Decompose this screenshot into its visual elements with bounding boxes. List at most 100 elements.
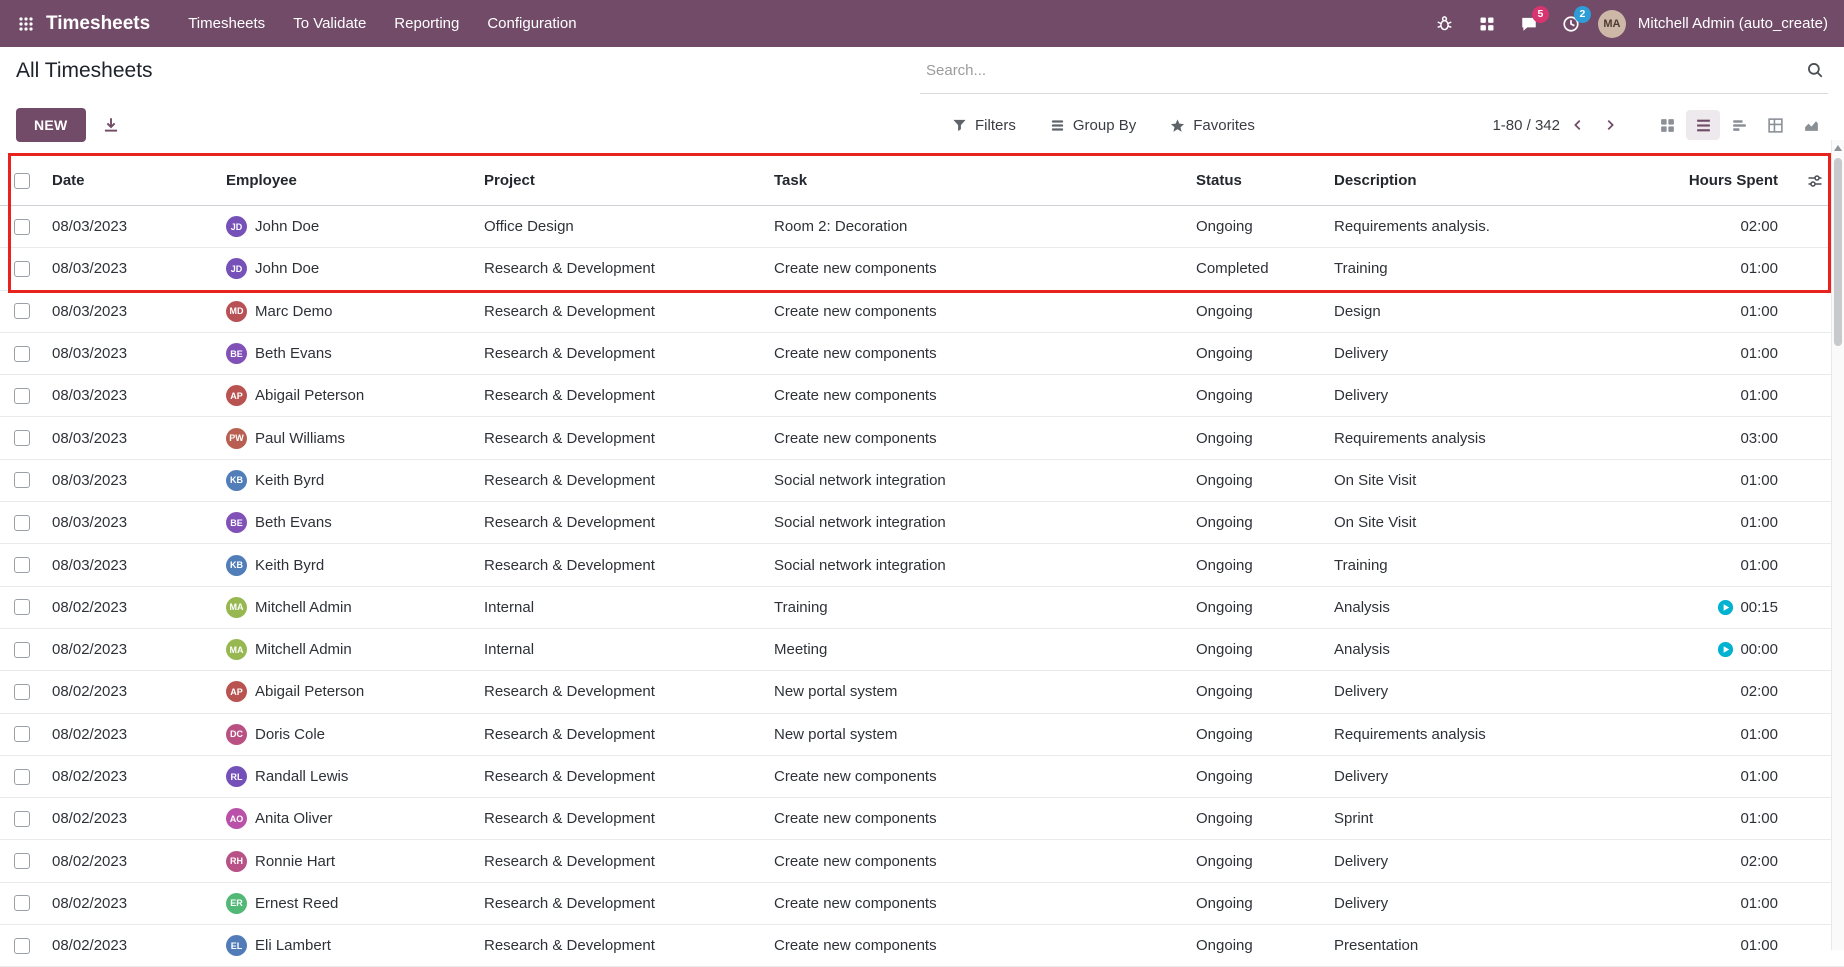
table-row[interactable]: 08/03/2023 BE Beth Evans Research & Deve… xyxy=(0,502,1844,544)
row-checkbox[interactable] xyxy=(14,472,30,488)
hours-value: 02:00 xyxy=(1740,683,1778,700)
column-header-date[interactable]: Date xyxy=(44,172,218,189)
table-row[interactable]: 08/03/2023 JD John Doe Office Design Roo… xyxy=(0,206,1844,248)
cell-employee: JD John Doe xyxy=(218,258,476,279)
row-checkbox[interactable] xyxy=(14,557,30,573)
cell-hours-spent: 02:00 xyxy=(1636,218,1786,235)
export-download-icon[interactable] xyxy=(102,116,120,134)
group-by-button[interactable]: Group By xyxy=(1050,117,1136,134)
table-row[interactable]: 08/03/2023 BE Beth Evans Research & Deve… xyxy=(0,333,1844,375)
table-row[interactable]: 08/03/2023 KB Keith Byrd Research & Deve… xyxy=(0,460,1844,502)
cell-hours-spent: 01:00 xyxy=(1636,726,1786,743)
column-header-project[interactable]: Project xyxy=(476,172,766,189)
view-graph-icon[interactable] xyxy=(1794,110,1828,140)
activities-clock-icon[interactable]: 2 xyxy=(1556,9,1586,39)
table-row[interactable]: 08/02/2023 RH Ronnie Hart Research & Dev… xyxy=(0,840,1844,882)
view-gantt-icon[interactable] xyxy=(1722,110,1756,140)
view-pivot-icon[interactable] xyxy=(1758,110,1792,140)
row-checkbox[interactable] xyxy=(14,811,30,827)
apps-grid-icon[interactable] xyxy=(1472,9,1502,39)
cell-date: 08/02/2023 xyxy=(44,726,218,743)
row-checkbox[interactable] xyxy=(14,642,30,658)
row-checkbox[interactable] xyxy=(14,219,30,235)
row-checkbox[interactable] xyxy=(14,303,30,319)
table-row[interactable]: 08/02/2023 MA Mitchell Admin Internal Tr… xyxy=(0,587,1844,629)
user-name[interactable]: Mitchell Admin (auto_create) xyxy=(1638,15,1828,32)
menu-reporting[interactable]: Reporting xyxy=(382,8,471,39)
row-checkbox[interactable] xyxy=(14,346,30,362)
table-row[interactable]: 08/03/2023 JD John Doe Research & Develo… xyxy=(0,248,1844,290)
column-header-description[interactable]: Description xyxy=(1326,172,1636,189)
user-avatar[interactable]: MA xyxy=(1598,10,1626,38)
star-icon xyxy=(1170,118,1185,133)
column-header-employee[interactable]: Employee xyxy=(218,172,476,189)
search-bar[interactable] xyxy=(920,47,1828,94)
column-header-task[interactable]: Task xyxy=(766,172,1188,189)
table-row[interactable]: 08/02/2023 AP Abigail Peterson Research … xyxy=(0,671,1844,713)
search-icon[interactable] xyxy=(1806,61,1824,79)
table-row[interactable]: 08/02/2023 RL Randall Lewis Research & D… xyxy=(0,756,1844,798)
timer-play-icon[interactable] xyxy=(1717,641,1734,658)
row-checkbox[interactable] xyxy=(14,599,30,615)
debug-bug-icon[interactable] xyxy=(1430,9,1460,39)
pager-previous-icon[interactable] xyxy=(1564,111,1592,139)
scrollbar-up-arrow[interactable] xyxy=(1834,145,1842,151)
row-checkbox[interactable] xyxy=(14,769,30,785)
scrollbar-thumb[interactable] xyxy=(1834,158,1842,346)
cell-description: Analysis xyxy=(1326,599,1636,616)
row-checkbox[interactable] xyxy=(14,895,30,911)
messages-icon[interactable]: 5 xyxy=(1514,9,1544,39)
cell-status: Ongoing xyxy=(1188,472,1326,489)
cell-project: Research & Development xyxy=(476,345,766,362)
cell-project: Research & Development xyxy=(476,514,766,531)
cell-status: Ongoing xyxy=(1188,345,1326,362)
activities-badge: 2 xyxy=(1574,6,1591,23)
table-row[interactable]: 08/02/2023 EL Eli Lambert Research & Dev… xyxy=(0,925,1844,967)
table-row[interactable]: 08/03/2023 MD Marc Demo Research & Devel… xyxy=(0,291,1844,333)
view-kanban-icon[interactable] xyxy=(1650,110,1684,140)
row-checkbox[interactable] xyxy=(14,684,30,700)
table-row[interactable]: 08/03/2023 PW Paul Williams Research & D… xyxy=(0,417,1844,459)
cell-description: Delivery xyxy=(1326,345,1636,362)
menu-configuration[interactable]: Configuration xyxy=(475,8,588,39)
table-row[interactable]: 08/02/2023 ER Ernest Reed Research & Dev… xyxy=(0,883,1844,925)
pager-next-icon[interactable] xyxy=(1596,111,1624,139)
row-checkbox[interactable] xyxy=(14,430,30,446)
menu-to-validate[interactable]: To Validate xyxy=(281,8,378,39)
column-header-hours-spent[interactable]: Hours Spent xyxy=(1636,172,1786,189)
cell-date: 08/03/2023 xyxy=(44,303,218,320)
vertical-scrollbar[interactable] xyxy=(1831,140,1844,950)
row-checkbox[interactable] xyxy=(14,261,30,277)
view-list-icon[interactable] xyxy=(1686,110,1720,140)
employee-avatar: AO xyxy=(226,808,247,829)
new-button[interactable]: NEW xyxy=(16,108,86,142)
search-input[interactable] xyxy=(924,61,1806,80)
cell-description: Requirements analysis xyxy=(1326,726,1636,743)
table-row[interactable]: 08/03/2023 KB Keith Byrd Research & Deve… xyxy=(0,544,1844,586)
hours-value: 01:00 xyxy=(1740,472,1778,489)
pager-range[interactable]: 1-80 / 342 xyxy=(1492,117,1560,134)
table-row[interactable]: 08/02/2023 AO Anita Oliver Research & De… xyxy=(0,798,1844,840)
column-header-status[interactable]: Status xyxy=(1188,172,1326,189)
row-checkbox[interactable] xyxy=(14,388,30,404)
row-checkbox[interactable] xyxy=(14,938,30,954)
hours-value: 01:00 xyxy=(1740,937,1778,954)
table-row[interactable]: 08/02/2023 MA Mitchell Admin Internal Me… xyxy=(0,629,1844,671)
table-row[interactable]: 08/03/2023 AP Abigail Peterson Research … xyxy=(0,375,1844,417)
timer-play-icon[interactable] xyxy=(1717,599,1734,616)
select-all-checkbox[interactable] xyxy=(14,173,30,189)
apps-menu-icon[interactable] xyxy=(10,8,42,40)
cell-task: Training xyxy=(766,599,1188,616)
row-checkbox[interactable] xyxy=(14,726,30,742)
filters-button[interactable]: Filters xyxy=(952,117,1016,134)
cell-description: Sprint xyxy=(1326,810,1636,827)
row-checkbox[interactable] xyxy=(14,853,30,869)
cell-description: Delivery xyxy=(1326,683,1636,700)
row-checkbox[interactable] xyxy=(14,515,30,531)
employee-name: Ronnie Hart xyxy=(255,853,335,870)
favorites-button[interactable]: Favorites xyxy=(1170,117,1255,134)
hours-value: 00:00 xyxy=(1740,641,1778,658)
employee-avatar: PW xyxy=(226,428,247,449)
table-row[interactable]: 08/02/2023 DC Doris Cole Research & Deve… xyxy=(0,714,1844,756)
menu-timesheets[interactable]: Timesheets xyxy=(176,8,277,39)
